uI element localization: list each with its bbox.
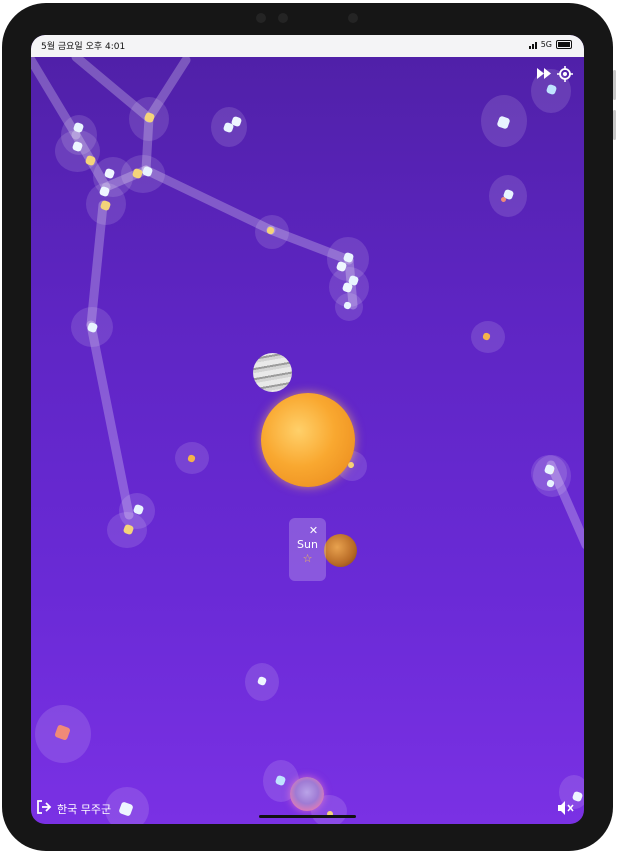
exit-icon[interactable] [36, 800, 52, 817]
front-camera [278, 13, 288, 23]
home-indicator [259, 815, 356, 818]
location-label: 한국 무주군 [57, 802, 112, 816]
battery-icon [556, 40, 572, 49]
speaker-muted-icon[interactable] [556, 800, 576, 820]
fast-forward-icon[interactable] [536, 67, 553, 83]
star-halo [533, 455, 571, 497]
status-bar: 5월 금요일 오후 4:01 5G [31, 35, 584, 57]
network-type: 5G [540, 40, 552, 49]
status-time: 5월 금요일 오후 4:01 [41, 42, 126, 52]
center-orb-button[interactable] [290, 777, 324, 811]
volume-button [613, 70, 616, 100]
status-indicators: 5G [528, 40, 572, 49]
favorite-star-icon[interactable]: ☆ [289, 552, 326, 565]
mercury-planet[interactable] [324, 534, 357, 567]
selected-object-card[interactable]: ✕ Sun ☆ [289, 518, 326, 581]
volume-button [613, 110, 616, 140]
sensor [256, 13, 266, 23]
jupiter-planet[interactable] [253, 353, 292, 392]
selected-object-name: Sun [297, 538, 318, 551]
crosshair-icon[interactable] [557, 66, 573, 85]
close-icon[interactable]: ✕ [301, 524, 326, 537]
sensor [348, 13, 358, 23]
signal-icon [528, 41, 537, 49]
app-screen[interactable]: ✕ Sun ☆ 5월 금요일 오후 4:01 5G 한국 무주군 [31, 35, 584, 824]
location-bar[interactable]: 한국 무주군 [36, 800, 111, 817]
sun-planet[interactable] [261, 393, 355, 487]
